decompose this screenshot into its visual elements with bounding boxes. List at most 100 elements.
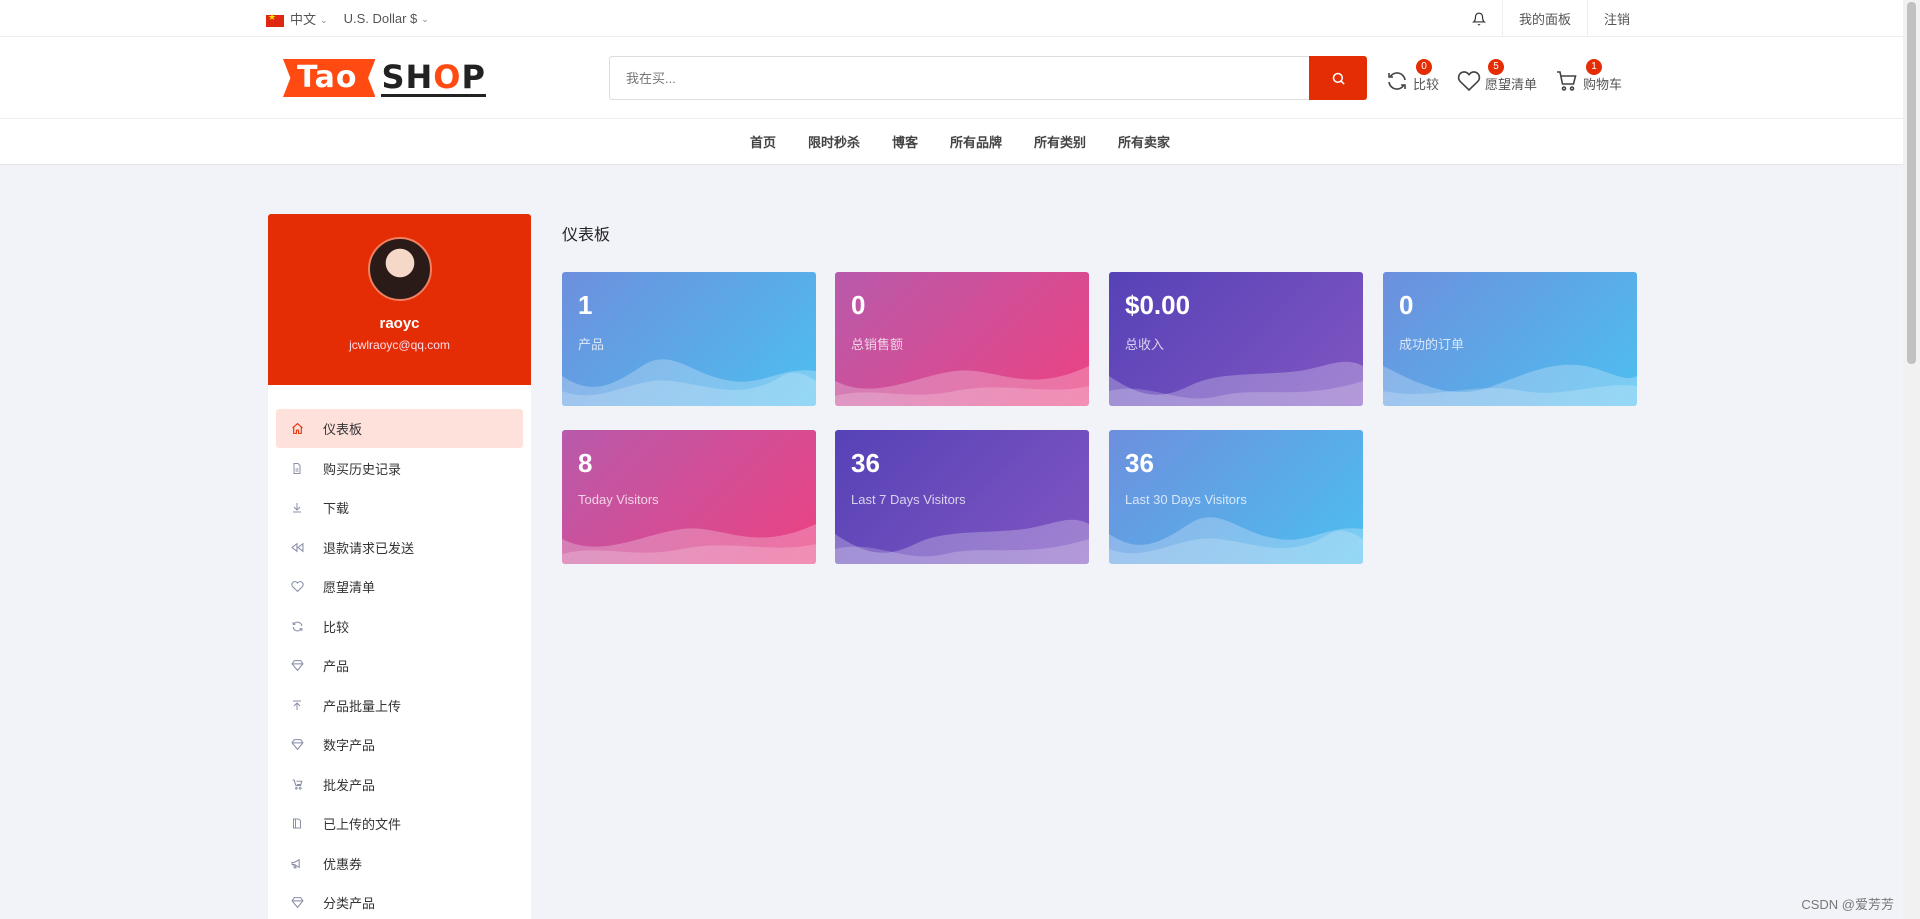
- stat-value: 0: [851, 290, 866, 320]
- stat-label: Last 7 Days Visitors: [851, 492, 966, 507]
- bell-icon: [1471, 12, 1486, 25]
- sidebar-item-digital-products[interactable]: 数字产品: [276, 725, 523, 764]
- wave-decoration: [562, 524, 816, 564]
- sidebar-item-classified-products[interactable]: 分类产品: [276, 883, 523, 919]
- language-selector[interactable]: 中文⌄: [266, 9, 328, 28]
- stat-card-last-7-days-visitors: 36 Last 7 Days Visitors: [835, 430, 1089, 564]
- diamond-icon: [290, 659, 304, 673]
- main-nav: 首页 限时秒杀 博客 所有品牌 所有类别 所有卖家: [0, 119, 1920, 165]
- sidebar-item-dashboard[interactable]: 仪表板: [276, 409, 523, 448]
- site-logo[interactable]: Tao SHOP: [283, 57, 486, 99]
- stat-card-last-30-days-visitors: 36 Last 30 Days Visitors: [1109, 430, 1363, 564]
- sidebar-item-compare[interactable]: 比较: [276, 607, 523, 646]
- stat-label: 产品: [578, 337, 605, 352]
- rewind-icon: [290, 540, 304, 554]
- my-dashboard-link[interactable]: 我的面板: [1501, 0, 1587, 37]
- logo-tao: Tao: [283, 59, 376, 97]
- refresh-icon: [1388, 72, 1406, 90]
- cart-button[interactable]: 1 购物车: [1555, 59, 1622, 95]
- search-bar: [609, 56, 1367, 100]
- sidebar-menu: 仪表板 购买历史记录 下载 退款请求已发送 愿望清单 比较 产品 产品批量上传: [268, 385, 531, 919]
- stat-value: 0: [1399, 290, 1414, 320]
- download-icon: [290, 501, 304, 515]
- sidebar-item-wholesale-products[interactable]: 批发产品: [276, 765, 523, 804]
- stat-card-successful-orders: 0 成功的订单: [1383, 272, 1637, 406]
- sidebar-item-products[interactable]: 产品: [276, 646, 523, 685]
- header-actions: 0 比较 5 愿望清单 1 购物车: [1385, 59, 1622, 95]
- cart-icon: [1557, 71, 1577, 91]
- stat-value: 36: [1125, 448, 1154, 478]
- file-icon: [290, 461, 304, 475]
- top-bar: 中文⌄ U.S. Dollar $⌄ 我的面板 注销: [0, 0, 1920, 37]
- stat-label: 总收入: [1125, 337, 1165, 352]
- wholesale-icon: [290, 777, 304, 791]
- scrollbar-thumb[interactable]: [1907, 2, 1916, 364]
- stat-label: 总销售额: [851, 337, 904, 352]
- profile-panel: raoyc jcwlraoyc@qq.com: [268, 214, 531, 385]
- search-input[interactable]: [609, 56, 1309, 100]
- compare-count-badge: 0: [1416, 59, 1432, 75]
- stat-value: 36: [851, 448, 880, 478]
- stat-label: 成功的订单: [1399, 337, 1465, 352]
- sidebar-item-wishlist[interactable]: 愿望清单: [276, 567, 523, 606]
- stat-card-total-revenue: $0.00 总收入: [1109, 272, 1363, 406]
- wishlist-button[interactable]: 5 愿望清单: [1457, 59, 1537, 95]
- sidebar-item-purchase-history[interactable]: 购买历史记录: [276, 449, 523, 488]
- sidebar-item-refund-requests[interactable]: 退款请求已发送: [276, 528, 523, 567]
- site-header: Tao SHOP 0 比较 5 愿望清单 1 购物车: [0, 37, 1920, 119]
- folder-icon: [290, 817, 304, 831]
- top-bar-right: 我的面板 注销: [1456, 0, 1646, 37]
- currency-selector[interactable]: U.S. Dollar $ ⌄: [344, 11, 429, 26]
- wishlist-count-badge: 5: [1488, 59, 1505, 75]
- search-button[interactable]: [1309, 56, 1367, 100]
- wave-decoration: [562, 359, 816, 406]
- page-scrollbar[interactable]: [1903, 0, 1920, 919]
- user-sidebar: raoyc jcwlraoyc@qq.com 仪表板 购买历史记录 下载 退款请…: [268, 214, 531, 919]
- nav-item-brands[interactable]: 所有品牌: [950, 132, 1002, 151]
- wave-decoration: [1109, 361, 1363, 406]
- logout-link[interactable]: 注销: [1586, 0, 1646, 37]
- sidebar-item-coupons[interactable]: 优惠券: [276, 844, 523, 883]
- stat-value: 8: [578, 448, 593, 478]
- diamond-icon: [290, 896, 304, 910]
- home-icon: [290, 422, 304, 436]
- wave-decoration: [1383, 364, 1637, 406]
- page-title: 仪表板: [562, 227, 611, 244]
- nav-item-flash-sale[interactable]: 限时秒杀: [808, 132, 860, 151]
- nav-item-blog[interactable]: 博客: [892, 132, 918, 151]
- logo-shop: SHOP: [381, 57, 486, 97]
- watermark: CSDN @爱芳芳: [1801, 897, 1894, 912]
- user-name: raoyc: [379, 315, 420, 332]
- stat-value: 1: [578, 290, 593, 320]
- chevron-down-icon: ⌄: [320, 15, 328, 25]
- avatar: [367, 237, 432, 301]
- sidebar-item-downloads[interactable]: 下载: [276, 488, 523, 527]
- heart-icon: [1457, 71, 1481, 92]
- user-email: jcwlraoyc@qq.com: [349, 338, 450, 352]
- wave-decoration: [835, 366, 1089, 406]
- stat-label: Today Visitors: [578, 492, 659, 507]
- top-bar-left: 中文⌄ U.S. Dollar $⌄: [266, 0, 429, 37]
- heart-icon: [290, 580, 304, 594]
- search-icon: [1332, 72, 1345, 85]
- chevron-down-icon: ⌄: [421, 14, 429, 24]
- nav-item-categories[interactable]: 所有类别: [1034, 132, 1086, 151]
- stat-value: $0.00: [1125, 290, 1191, 320]
- nav-item-home[interactable]: 首页: [750, 132, 776, 151]
- wave-decoration: [835, 519, 1089, 564]
- stat-label: Last 30 Days Visitors: [1125, 492, 1247, 507]
- china-flag-icon: [266, 12, 284, 27]
- compare-button[interactable]: 0 比较: [1385, 59, 1439, 95]
- stat-card-products: 1 产品: [562, 272, 816, 406]
- refresh-icon: [290, 619, 304, 633]
- sidebar-item-uploaded-files[interactable]: 已上传的文件: [276, 804, 523, 843]
- notification-button[interactable]: [1456, 0, 1502, 37]
- sidebar-item-bulk-upload[interactable]: 产品批量上传: [276, 686, 523, 725]
- diamond-icon: [290, 738, 304, 752]
- stat-card-today-visitors: 8 Today Visitors: [562, 430, 816, 564]
- wave-decoration: [1109, 517, 1363, 564]
- nav-item-sellers[interactable]: 所有卖家: [1118, 132, 1170, 151]
- upload-icon: [290, 698, 304, 712]
- megaphone-icon: [290, 856, 304, 870]
- stat-card-total-sales: 0 总销售额: [835, 272, 1089, 406]
